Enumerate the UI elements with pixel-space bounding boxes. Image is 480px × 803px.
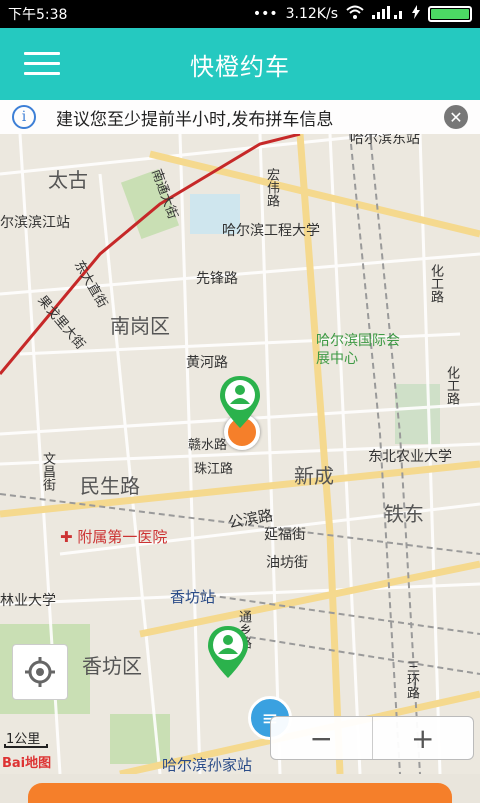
map-label-minsheng-road: 民生路 [80, 474, 140, 498]
map-label-xincheng: 新成 [294, 464, 334, 488]
charging-icon [412, 5, 420, 23]
map-label-hospital: ✚ 附属第一医院 [60, 528, 168, 546]
map-label-wenchang: 文昌街 [40, 452, 55, 491]
map-label-harbin-east-station: 哈尔滨东站 [350, 134, 420, 147]
locate-button[interactable] [12, 644, 68, 700]
status-bar: 下午5:38 ••• 3.12K/s [0, 0, 480, 28]
network-speed: 3.12K/s [285, 6, 338, 22]
driver-pin-icon[interactable] [206, 624, 250, 680]
app-title: 快橙约车 [190, 52, 290, 81]
map-label-huanghe-road: 黄河路 [186, 355, 228, 371]
notice-text: 建议您至少提前半小时,发布拼车信息 [56, 109, 334, 130]
wifi-icon [346, 5, 364, 23]
battery-fill [431, 9, 469, 19]
map-label-hospital-text: 附属第一医院 [77, 528, 168, 546]
map-view[interactable]: 太古 尔滨滨江站 哈尔滨东站 宏伟路 哈尔滨工程大学 先锋路 南岗区 果戈里大街… [0, 134, 480, 774]
map-label-binjiang-station: 尔滨滨江站 [0, 215, 70, 231]
map-label-huagong-road-2: 化工路 [444, 366, 459, 405]
publish-button[interactable] [28, 783, 452, 803]
map-label-expo-center: 哈尔滨国际会展中心 [316, 333, 400, 367]
map-label-sunjia-station: 哈尔滨孙家站 [162, 756, 253, 774]
map-label-hongwei-road: 宏伟路 [264, 168, 279, 207]
map-label-engineering-univ: 哈尔滨工程大学 [222, 223, 320, 239]
app-bar: 快橙约车 [0, 28, 480, 100]
map-label-tiedong: 铁东 [384, 502, 424, 526]
notice-banner: i 建议您至少提前半小时,发布拼车信息 ✕ [0, 100, 480, 134]
map-label-ganshui-road: 赣水路 [188, 438, 228, 453]
map-label-ag-univ: 东北农业大学 [368, 449, 452, 465]
info-icon: i [12, 105, 36, 129]
signal-icon [372, 5, 404, 23]
target-icon [25, 657, 55, 687]
map-scale-bar [4, 744, 48, 748]
baidu-logo: Bai地图 [2, 756, 52, 771]
close-icon[interactable]: ✕ [444, 105, 468, 129]
map-label-xianfeng-road: 先锋路 [196, 271, 238, 287]
battery-icon [428, 6, 472, 22]
map-label-zhujiang-road: 珠江路 [194, 462, 234, 477]
zoom-control: − + [270, 716, 474, 760]
menu-icon[interactable] [24, 52, 60, 76]
map-label-taigu: 太古 [48, 168, 88, 192]
overflow-dots: ••• [252, 6, 278, 22]
status-right: ••• 3.12K/s [253, 5, 472, 23]
zoom-out-button[interactable]: − [271, 717, 372, 759]
driver-pin-icon[interactable] [218, 374, 262, 430]
map-label-yanfu-street: 延福街 [264, 527, 306, 543]
map-label-forestry-univ: 林业大学 [0, 593, 56, 609]
zoom-in-button[interactable]: + [371, 717, 474, 759]
map-label-sanhuan-road: 三环路 [404, 660, 419, 699]
map-label-huagong-road-1: 化工路 [428, 264, 443, 303]
map-label-youfang-street: 油坊街 [266, 555, 308, 571]
map-label-xiangfang-district: 香坊区 [82, 654, 142, 678]
map-label-nangang-district: 南岗区 [110, 314, 170, 338]
status-time: 下午5:38 [8, 7, 68, 23]
map-label-xiangfang-station: 香坊站 [170, 588, 216, 606]
